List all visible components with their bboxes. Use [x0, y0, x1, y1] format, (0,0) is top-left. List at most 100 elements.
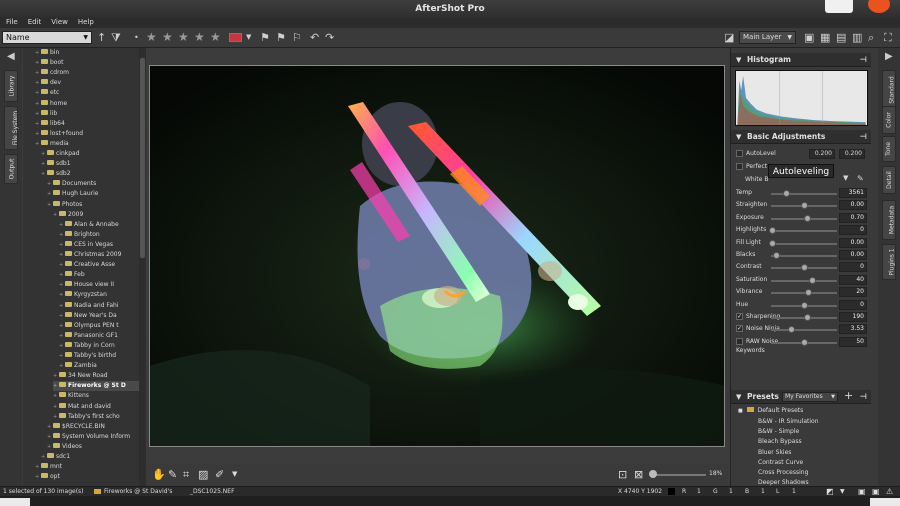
slider-value[interactable]: 190 [839, 312, 867, 322]
tab-file-system[interactable]: File System [4, 106, 19, 150]
slider-knob[interactable] [804, 214, 812, 222]
chevron-down-icon[interactable]: ▼ [843, 174, 848, 182]
tree-node[interactable]: + Tabby's birthd [59, 351, 139, 361]
tree-node[interactable]: + Mat and david [53, 402, 139, 412]
single-view-icon[interactable]: ▣ [804, 31, 814, 44]
tab-plugins[interactable]: Plugins 1 [882, 244, 896, 280]
tab-tone[interactable]: Tone [882, 136, 896, 162]
hand-tool-icon[interactable]: ✋ [152, 468, 166, 481]
actual-size-icon[interactable]: ⊡ [618, 468, 627, 481]
tree-node[interactable]: +2009 [53, 210, 139, 220]
tree-node[interactable]: + Zambia [59, 361, 139, 371]
rating-star-1-icon[interactable]: ★ [146, 31, 157, 44]
slider-knob[interactable] [801, 338, 808, 346]
tree-node[interactable]: + Panasonic GF1 [59, 331, 139, 341]
tree-node[interactable]: + Tabby's first scho [53, 412, 139, 422]
perfect-checkbox[interactable] [736, 163, 743, 170]
autolevel-low-field[interactable]: 0.200 [809, 149, 835, 159]
preset-item[interactable]: Contrast Curve [758, 459, 803, 466]
tree-node[interactable]: + lib64 [35, 119, 139, 129]
slider-knob[interactable] [801, 202, 808, 210]
slider-knob[interactable] [804, 289, 812, 297]
region-tool-icon[interactable]: ▨ [198, 468, 208, 481]
filmstrip-view-icon[interactable]: ▤ [836, 31, 846, 44]
slider-knob[interactable] [787, 326, 795, 334]
tree-node[interactable]: + Photos [47, 200, 139, 210]
slider-value[interactable]: 50 [839, 336, 867, 347]
rating-star-4-icon[interactable]: ★ [194, 31, 205, 44]
rotate-left-icon[interactable]: ↶ [310, 31, 319, 44]
slider-knob[interactable] [782, 190, 790, 197]
slider-knob[interactable] [769, 239, 777, 247]
preset-item[interactable]: B&W - IR Simulation [758, 418, 819, 425]
slider-checkbox[interactable] [736, 337, 743, 345]
tree-node[interactable]: + home [35, 99, 139, 109]
flag-reject-icon[interactable]: ⚑ [276, 31, 286, 44]
add-preset-icon[interactable]: + [844, 389, 853, 402]
tree-node[interactable]: + Olympus PEN t [59, 321, 139, 331]
tree-node[interactable]: + Videos [47, 442, 139, 452]
tree-node[interactable]: + New Year's Da [59, 311, 139, 321]
brush-tool-icon[interactable]: ✐ [215, 468, 224, 481]
tab-metadata[interactable]: Metadata [882, 200, 896, 240]
tree-node[interactable]: + $RECYCLE.BIN [47, 422, 139, 432]
grid-view-icon[interactable]: ▦ [820, 31, 830, 44]
slider-knob[interactable] [804, 314, 812, 321]
pin-icon[interactable]: ⊣ [860, 53, 867, 67]
slider-value[interactable]: 0 [839, 225, 867, 236]
tree-node[interactable]: + Documents [47, 179, 139, 189]
slider-checkbox[interactable]: ✓ [736, 313, 743, 320]
tab-color[interactable]: Color [882, 106, 896, 134]
filter-icon[interactable]: ⧩ [111, 31, 121, 44]
slider-checkbox[interactable]: ✓ [736, 325, 743, 333]
tree-node[interactable]: + System Volume Inform [47, 432, 139, 442]
tree-node[interactable]: + mnt [35, 462, 139, 472]
tree-node[interactable]: + Tabby in Corn [59, 341, 139, 351]
sort-select[interactable]: Name ▼ [2, 31, 92, 44]
slider-value[interactable]: 0.00 [839, 200, 867, 211]
flag-clear-icon[interactable]: ⚐ [292, 31, 302, 44]
slider-value[interactable]: 20 [839, 287, 867, 298]
tree-scrollbar[interactable] [139, 48, 146, 486]
preset-item[interactable]: B&W - Simple [758, 428, 799, 435]
slider-value[interactable]: 0.00 [839, 237, 867, 248]
slider-track[interactable] [771, 329, 837, 332]
slider-track[interactable] [771, 242, 837, 245]
slider-value[interactable]: 3561 [839, 188, 867, 198]
tree-node[interactable]: + sdc1 [41, 452, 139, 462]
zoom-slider-knob[interactable] [649, 470, 657, 478]
tree-node[interactable]: + opt [35, 472, 139, 482]
menu-view[interactable]: View [51, 17, 68, 28]
presets-folder[interactable]: ■ Default Presets [738, 407, 803, 414]
rating-star-3-icon[interactable]: ★ [178, 31, 189, 44]
layers-icon[interactable]: ◪ [724, 31, 734, 44]
layer-select[interactable]: Main Layer ▼ [739, 31, 796, 44]
tree-node[interactable]: + lost+found [35, 129, 139, 139]
tree-node[interactable]: +34 New Road [53, 371, 139, 381]
menu-help[interactable]: Help [78, 17, 94, 28]
tree-node[interactable]: + Christmas 2009 [59, 250, 139, 260]
tree-node[interactable]: + Brighton [59, 230, 139, 240]
tree-node[interactable]: + Fireworks @ St D [53, 381, 139, 392]
slider-track[interactable] [771, 193, 837, 195]
tree-node[interactable]: + CES in Vegas [59, 240, 139, 250]
slider-value[interactable]: 0 [839, 262, 867, 273]
compare-view-icon[interactable]: ▥ [852, 31, 862, 44]
histogram-header[interactable]: ▼ Histogram ⊣ [731, 53, 871, 67]
eyedropper-tool-icon[interactable]: ✎ [168, 468, 177, 481]
rotate-right-icon[interactable]: ↷ [325, 31, 334, 44]
tree-node[interactable]: + etc [35, 88, 139, 98]
preset-item[interactable]: Bluer Skies [758, 449, 791, 456]
menu-file[interactable]: File [6, 17, 18, 28]
tab-output[interactable]: Output [4, 154, 18, 184]
slider-track[interactable] [771, 279, 837, 282]
slider-knob[interactable] [769, 227, 777, 235]
tab-detail[interactable]: Detail [882, 166, 896, 194]
flag-icon[interactable]: ⚑ [260, 31, 270, 44]
tree-node[interactable]: + Feb [59, 270, 139, 280]
slider-knob[interactable] [801, 264, 808, 272]
basic-adjustments-header[interactable]: ▼ Basic Adjustments ⊣ [731, 130, 871, 144]
clear-rating-icon[interactable]: • [134, 31, 139, 44]
tree-node[interactable]: + Creative Asse [59, 260, 139, 270]
rating-star-2-icon[interactable]: ★ [162, 31, 173, 44]
